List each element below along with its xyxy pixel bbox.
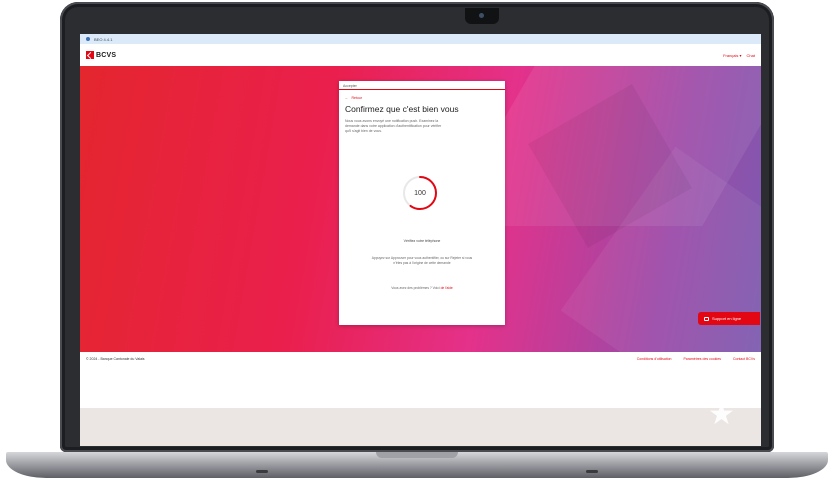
chat-icon xyxy=(704,316,709,321)
lock-icon xyxy=(86,37,90,41)
logo[interactable]: BCVS xyxy=(86,51,116,59)
footer-links: Conditions d'utilisation Paramètres des … xyxy=(637,357,755,361)
back-label: Retour xyxy=(351,96,363,100)
problem-text: Vous avez des problèmes ? Voici de l'aid… xyxy=(339,286,505,290)
logo-text: BCVS xyxy=(96,51,117,59)
star-icon: ★ xyxy=(708,398,735,431)
footer-link-terms[interactable]: Conditions d'utilisation xyxy=(637,357,672,361)
url-text: BEO 4.4.1 xyxy=(94,36,113,42)
auth-card: Accepter ← Retour Confirmez que c'est bi… xyxy=(339,81,505,325)
timer-value: 100 xyxy=(414,189,426,197)
help-link[interactable]: de l'aide xyxy=(441,286,453,290)
address-bar[interactable]: BEO 4.4.1 xyxy=(80,34,761,44)
footer: © 2024 - Banque Cantonale du Valais Cond… xyxy=(80,352,761,366)
site-header: BCVS Français ▾ Chat xyxy=(80,44,761,66)
support-button[interactable]: Support en ligne xyxy=(698,312,760,325)
screen: BEO 4.4.1 BCVS Français ▾ Chat Accepter … xyxy=(80,34,761,446)
problem-prefix: Vous avez des problèmes ? Voici xyxy=(391,286,440,290)
footer-link-contact[interactable]: Contact BCVs xyxy=(733,357,755,361)
copyright-text: © 2024 - Banque Cantonale du Valais xyxy=(86,357,145,361)
logo-icon xyxy=(86,51,94,59)
laptop-foot xyxy=(586,470,598,473)
footer-spacer xyxy=(80,366,761,408)
card-topbar: Accepter xyxy=(339,81,505,90)
chat-link[interactable]: Chat xyxy=(747,53,755,58)
base-notch xyxy=(376,452,458,458)
approve-hint-text: Appuyez sur Approuver pour vous authenti… xyxy=(371,256,473,265)
footer-band xyxy=(80,408,761,446)
laptop-base xyxy=(6,452,828,478)
camera-notch xyxy=(465,8,499,24)
card-title: Confirmez que c'est bien vous xyxy=(345,104,459,114)
back-link[interactable]: ← Retour xyxy=(339,90,505,100)
laptop-foot xyxy=(256,470,268,473)
back-arrow-icon: ← xyxy=(345,96,349,100)
verify-phone-text: Vérifiez votre téléphone xyxy=(403,239,441,243)
hero-banner: Accepter ← Retour Confirmez que c'est bi… xyxy=(80,66,761,352)
language-select[interactable]: Français ▾ xyxy=(723,53,741,58)
support-label: Support en ligne xyxy=(712,316,742,321)
card-description: Nous vous avons envoyé une notification … xyxy=(345,119,442,133)
camera-icon xyxy=(479,13,484,18)
footer-link-cookies[interactable]: Paramètres des cookies xyxy=(683,357,721,361)
header-right: Français ▾ Chat xyxy=(723,53,755,58)
countdown-timer: 100 xyxy=(401,174,439,212)
